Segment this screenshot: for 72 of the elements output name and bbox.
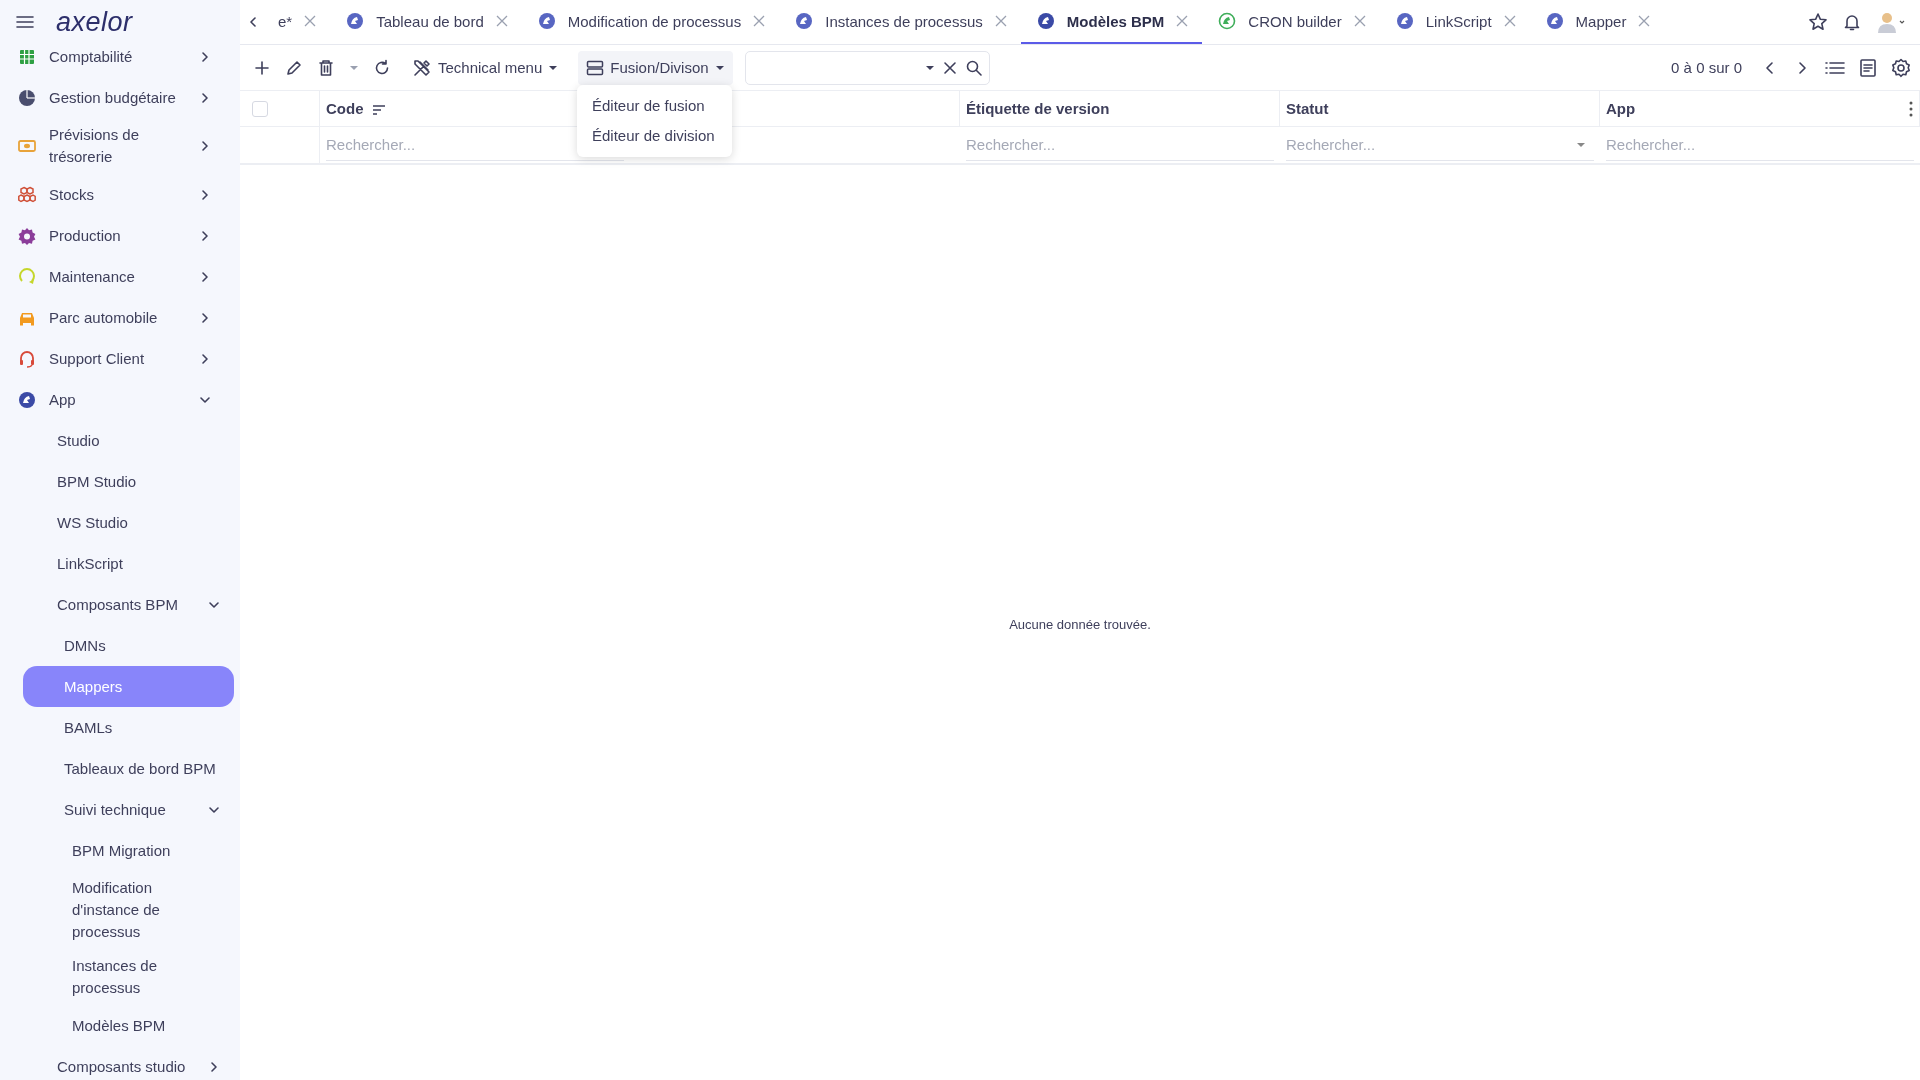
tab[interactable]: LinkScript <box>1379 0 1530 44</box>
select-all-checkbox[interactable] <box>252 100 268 117</box>
more-icon[interactable] <box>1909 100 1913 117</box>
sidebar-item[interactable]: WS Studio <box>0 502 234 543</box>
sidebar-item[interactable]: Composants studio <box>0 1046 234 1080</box>
star-icon[interactable] <box>1808 12 1828 32</box>
sort-icon <box>371 102 386 115</box>
chevron-right-icon[interactable] <box>199 270 211 283</box>
empty-message: Aucune donnée trouvée. <box>1009 617 1151 632</box>
search-field[interactable] <box>744 50 990 85</box>
sidebar-item[interactable]: DMNs <box>0 625 234 666</box>
app-icon <box>1218 12 1237 30</box>
sidebar-item[interactable]: Prévisions de trésorerie <box>0 118 234 174</box>
sidebar-item[interactable]: Tableaux de bord BPM <box>0 748 234 789</box>
sidebar-item[interactable]: Comptabilité <box>0 36 234 77</box>
chevron-right-icon[interactable] <box>199 140 211 152</box>
split-icon <box>586 58 605 77</box>
chevron-right-icon[interactable] <box>199 311 211 324</box>
sidebar-item[interactable]: Maintenance <box>0 256 234 297</box>
sidebar-item[interactable]: Support Client <box>0 338 234 379</box>
fusion-division-button[interactable]: Fusion/Divison <box>578 50 733 85</box>
tab[interactable]: Tableau de bord <box>330 0 522 44</box>
sidebar-item[interactable]: LinkScript <box>0 543 234 584</box>
logo[interactable]: axelor <box>56 6 133 38</box>
chevron-right-icon[interactable] <box>208 1060 220 1073</box>
search-icon[interactable] <box>964 58 983 77</box>
sidebar-item[interactable]: Production <box>0 215 234 256</box>
bell-icon[interactable] <box>1842 12 1862 32</box>
settings-icon[interactable] <box>1890 57 1912 78</box>
sidebar-item[interactable]: Composants BPM <box>0 584 234 625</box>
chevron-right-icon[interactable] <box>199 91 211 104</box>
sidebar-item[interactable]: Gestion budgétaire <box>0 77 234 118</box>
trash-icon[interactable] <box>316 57 336 78</box>
form-view-icon[interactable] <box>1858 57 1878 78</box>
sidebar-item[interactable]: BPM Studio <box>0 461 234 502</box>
app-icon <box>1545 12 1564 30</box>
sidebar-item[interactable]: Modèles BPM <box>0 1005 234 1046</box>
column-header[interactable]: App <box>1606 100 1636 117</box>
menu-icon[interactable] <box>16 15 34 29</box>
sidebar-item[interactable]: Suivi technique <box>0 789 234 830</box>
tab[interactable]: Instances de processus <box>779 0 1021 44</box>
tools-icon <box>412 57 432 78</box>
sidebar-item[interactable]: Studio <box>0 420 234 461</box>
app-icon <box>346 12 365 30</box>
chevron-right-icon[interactable] <box>199 229 211 242</box>
app-icon <box>537 12 556 30</box>
app-icon <box>1395 12 1414 30</box>
sidebar-item[interactable]: Parc automobile <box>0 297 234 338</box>
chevron-right-icon[interactable] <box>199 50 211 63</box>
sidebar-item[interactable]: App <box>0 379 234 420</box>
chevron-right-icon[interactable] <box>199 352 211 365</box>
menu-item[interactable]: Éditeur de fusion <box>577 91 732 121</box>
pager-text: 0 à 0 sur 0 <box>1671 59 1742 76</box>
column-header[interactable]: Code <box>326 100 386 117</box>
close-icon[interactable] <box>942 60 957 75</box>
tab[interactable]: CRON builder <box>1202 0 1380 44</box>
sidebar-item[interactable]: Instances de processus <box>0 949 234 1005</box>
app-icon <box>795 12 814 30</box>
column-header[interactable]: Statut <box>1286 100 1329 117</box>
chevron-right-icon[interactable] <box>199 188 211 201</box>
app-icon <box>1036 12 1055 30</box>
sidebar-item[interactable]: BPM Migration <box>0 830 234 871</box>
tab[interactable]: Mapper <box>1529 0 1665 44</box>
scroll-left-icon[interactable] <box>248 16 258 28</box>
column-header[interactable]: Étiquette de version <box>966 100 1110 117</box>
tab[interactable]: Modification de processus <box>521 0 780 44</box>
sidebar-item[interactable]: Modification d'instance de processus <box>0 871 234 949</box>
sidebar-item[interactable]: BAMLs <box>0 707 234 748</box>
tab[interactable]: Modèles BPM <box>1020 0 1203 44</box>
technical-menu-button[interactable]: Technical menu <box>404 50 567 85</box>
tab[interactable]: e* <box>262 0 331 44</box>
sidebar-item[interactable]: Stocks <box>0 174 234 215</box>
